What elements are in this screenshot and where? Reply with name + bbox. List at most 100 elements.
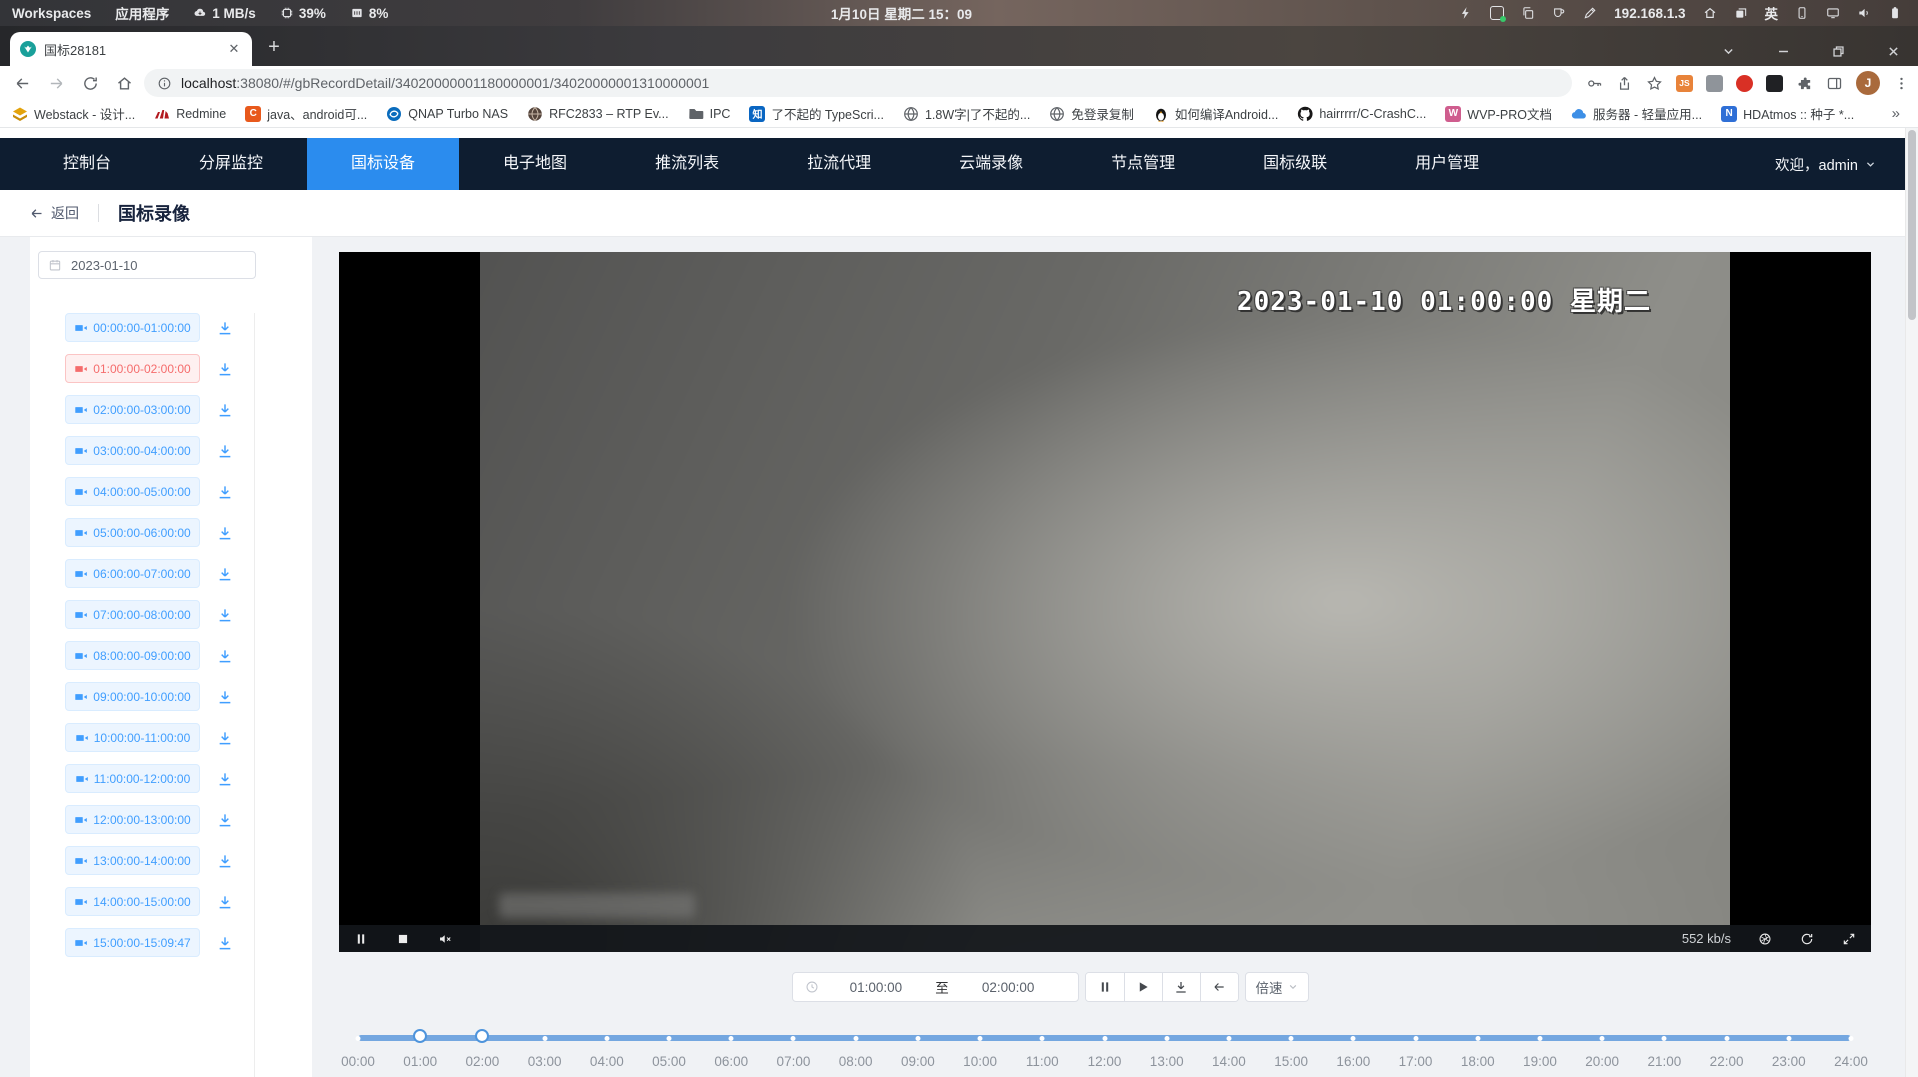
segment-button-9[interactable]: 08:00:00-09:00:00 <box>65 641 200 670</box>
timeline-handle[interactable] <box>475 1029 489 1043</box>
browser-forward-button[interactable] <box>42 69 70 97</box>
back-button[interactable]: 返回 <box>29 203 79 223</box>
seek-back-button[interactable] <box>1200 973 1238 1001</box>
nav-item-6[interactable]: 拉流代理 <box>763 138 915 190</box>
player-pause-button[interactable] <box>353 931 369 947</box>
bookmark-item[interactable]: QNAP Turbo NAS <box>386 106 508 122</box>
timeline-stop[interactable] <box>1724 1036 1729 1041</box>
segment-button-5[interactable]: 04:00:00-05:00:00 <box>65 477 200 506</box>
download-segment-button[interactable] <box>215 359 235 379</box>
timeline-stop[interactable] <box>1600 1036 1605 1041</box>
download-segment-button[interactable] <box>215 769 235 789</box>
nav-item-2[interactable]: 分屏监控 <box>155 138 307 190</box>
js-extension-icon[interactable]: JS <box>1676 75 1693 92</box>
site-info-icon[interactable] <box>157 76 172 91</box>
timeline-stop[interactable] <box>1351 1036 1356 1041</box>
input-language-indicator[interactable]: 英 <box>1765 3 1779 23</box>
download-segment-button[interactable] <box>215 441 235 461</box>
segment-button-3[interactable]: 02:00:00-03:00:00 <box>65 395 200 424</box>
close-tab-icon[interactable]: ✕ <box>226 41 242 57</box>
close-window-icon[interactable] <box>1887 45 1900 58</box>
scrollbar-thumb[interactable] <box>1908 130 1916 320</box>
tab-search-chevron-icon[interactable] <box>1722 45 1735 58</box>
minimize-window-icon[interactable] <box>1777 45 1790 58</box>
home-tray-icon[interactable] <box>1703 6 1717 20</box>
download-segment-button[interactable] <box>215 810 235 830</box>
bookmark-item[interactable]: hairrrrr/C-CrashC... <box>1297 106 1426 122</box>
segment-button-1[interactable]: 00:00:00-01:00:00 <box>65 313 200 342</box>
segment-button-4[interactable]: 03:00:00-04:00:00 <box>65 436 200 465</box>
download-segment-button[interactable] <box>215 646 235 666</box>
timeline-stop[interactable] <box>1475 1036 1480 1041</box>
timeline-stop[interactable] <box>729 1036 734 1041</box>
segment-button-13[interactable]: 12:00:00-13:00:00 <box>65 805 200 834</box>
extensions-puzzle-icon[interactable] <box>1796 75 1813 92</box>
timeline-stop[interactable] <box>791 1036 796 1041</box>
fullscreen-button[interactable] <box>1841 931 1857 947</box>
bookmarks-overflow-chevron[interactable]: » <box>1892 105 1906 122</box>
battery-icon[interactable] <box>1888 6 1902 20</box>
timeline-stop[interactable] <box>853 1036 858 1041</box>
segment-button-11[interactable]: 10:00:00-11:00:00 <box>65 723 200 752</box>
download-segment-button[interactable] <box>215 318 235 338</box>
flash-tray-icon[interactable] <box>1459 6 1473 20</box>
nav-item-9[interactable]: 国标级联 <box>1219 138 1371 190</box>
timeline-stop[interactable] <box>978 1036 983 1041</box>
segment-button-12[interactable]: 11:00:00-12:00:00 <box>65 764 200 793</box>
nav-item-10[interactable]: 用户管理 <box>1371 138 1523 190</box>
timeline-stop[interactable] <box>1662 1036 1667 1041</box>
download-segment-button[interactable] <box>215 933 235 953</box>
start-time-value[interactable]: 01:00:00 <box>819 980 934 995</box>
editor-tray-icon[interactable] <box>1583 6 1597 20</box>
clipboard-tray-icon[interactable] <box>1521 6 1535 20</box>
browser-reload-button[interactable] <box>76 69 104 97</box>
restore-window-icon[interactable] <box>1832 45 1845 58</box>
new-tab-button[interactable]: + <box>260 34 288 62</box>
segment-button-2[interactable]: 01:00:00-02:00:00 <box>65 354 200 383</box>
gray-extension-icon[interactable] <box>1706 75 1723 92</box>
timeline-stop[interactable] <box>542 1036 547 1041</box>
segment-button-6[interactable]: 05:00:00-06:00:00 <box>65 518 200 547</box>
pause-button[interactable] <box>1086 973 1124 1001</box>
timeline-stop[interactable] <box>1786 1036 1791 1041</box>
timeline-handle[interactable] <box>413 1029 427 1043</box>
nav-item-1[interactable]: 控制台 <box>19 138 155 190</box>
bookmark-item[interactable]: NHDAtmos :: 种子 *... <box>1721 104 1854 123</box>
download-segment-button[interactable] <box>215 564 235 584</box>
nav-item-3[interactable]: 国标设备 <box>307 138 459 190</box>
bookmark-item[interactable]: 1.8W字|了不起的... <box>903 104 1030 123</box>
bookmark-item[interactable]: Redmine <box>154 106 226 122</box>
timeline-stop[interactable] <box>1289 1036 1294 1041</box>
browser-back-button[interactable] <box>8 69 36 97</box>
notes-app-tray-icon[interactable] <box>1490 6 1504 20</box>
volume-tray-icon[interactable] <box>1857 6 1871 20</box>
segment-button-16[interactable]: 15:00:00-15:09:47 <box>65 928 200 957</box>
side-panel-icon[interactable] <box>1826 75 1843 92</box>
page-scrollbar[interactable] <box>1905 128 1918 1077</box>
date-picker-input[interactable]: 2023-01-10 <box>38 251 256 279</box>
bookmark-item[interactable]: RFC2833 – RTP Ev... <box>527 106 669 122</box>
bookmark-item[interactable]: 如何编译Android... <box>1153 104 1279 123</box>
timeline-stop[interactable] <box>1849 1036 1854 1041</box>
end-time-value[interactable]: 02:00:00 <box>951 980 1066 995</box>
bookmark-item[interactable]: WWVP-PRO文档 <box>1445 104 1552 123</box>
video-player[interactable]: 2023-01-10 01:00:00 星期二 552 kb/s <box>339 252 1871 952</box>
time-range-picker[interactable]: 01:00:00 至 02:00:00 <box>792 972 1079 1002</box>
timeline-stop[interactable] <box>915 1036 920 1041</box>
windows-tray-icon[interactable] <box>1734 6 1748 20</box>
bookmark-item[interactable]: 服务器 - 轻量应用... <box>1571 104 1702 123</box>
player-mute-button[interactable] <box>437 931 453 947</box>
download-segment-button[interactable] <box>215 728 235 748</box>
workspaces-button[interactable]: Workspaces <box>12 6 91 21</box>
coffee-tray-icon[interactable] <box>1552 6 1566 20</box>
segment-button-14[interactable]: 13:00:00-14:00:00 <box>65 846 200 875</box>
timeline-stop[interactable] <box>1164 1036 1169 1041</box>
download-segment-button[interactable] <box>215 605 235 625</box>
timeline-stop[interactable] <box>1413 1036 1418 1041</box>
address-bar[interactable]: localhost:38080/#/gbRecordDetail/3402000… <box>144 69 1572 97</box>
nav-item-4[interactable]: 电子地图 <box>459 138 611 190</box>
bookmark-item[interactable]: 知了不起的 TypeScri... <box>749 104 884 123</box>
password-key-icon[interactable] <box>1586 75 1603 92</box>
nav-item-7[interactable]: 云端录像 <box>915 138 1067 190</box>
player-stop-button[interactable] <box>395 931 411 947</box>
